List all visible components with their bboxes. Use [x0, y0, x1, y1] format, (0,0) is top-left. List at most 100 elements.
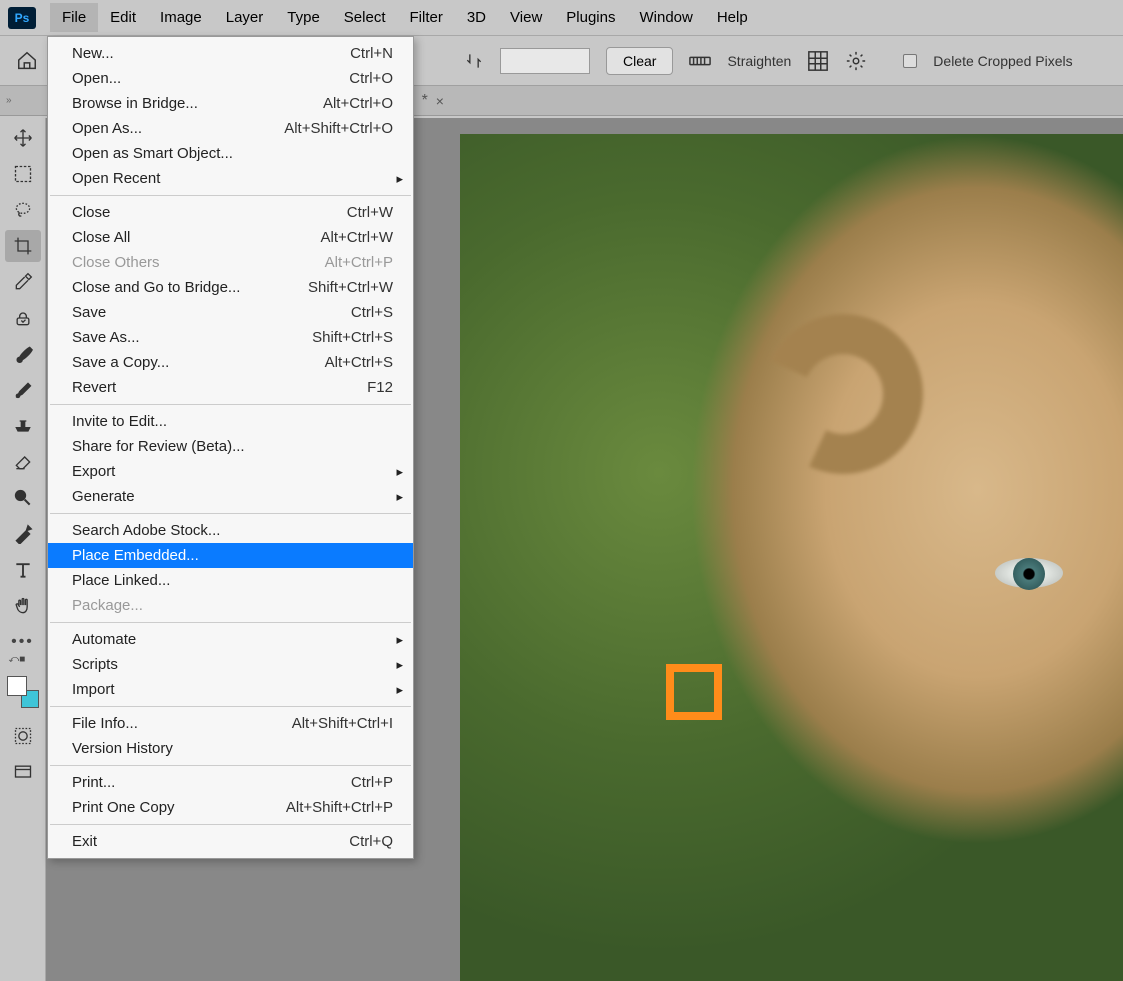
brush-tool[interactable]: [5, 338, 41, 370]
menu-file[interactable]: File: [50, 3, 98, 32]
tools-panel: ••• ⤺■: [0, 118, 46, 981]
swap-swatches-icon[interactable]: ⤺■: [9, 654, 26, 665]
menu-item-invite-to-edit[interactable]: Invite to Edit...: [48, 409, 413, 434]
delete-cropped-checkbox[interactable]: [903, 54, 917, 68]
pen-tool[interactable]: [5, 518, 41, 550]
hand-tool[interactable]: [5, 590, 41, 622]
menu-item-close-all[interactable]: Close AllAlt+Ctrl+W: [48, 225, 413, 250]
swap-orientation-icon[interactable]: [464, 51, 484, 71]
menu-item-label: Automate: [72, 631, 136, 648]
menu-item-place-linked[interactable]: Place Linked...: [48, 568, 413, 593]
menu-filter[interactable]: Filter: [398, 3, 455, 32]
menu-help[interactable]: Help: [705, 3, 760, 32]
menu-item-shortcut: Ctrl+S: [351, 304, 393, 321]
menu-item-new[interactable]: New...Ctrl+N: [48, 41, 413, 66]
foreground-color-swatch[interactable]: [7, 676, 27, 696]
crop-tool[interactable]: [5, 230, 41, 262]
menu-item-exit[interactable]: ExitCtrl+Q: [48, 829, 413, 854]
menu-separator: [50, 706, 411, 707]
menu-item-label: Place Linked...: [72, 572, 170, 589]
quick-mask-tool[interactable]: [5, 720, 41, 752]
menu-item-label: Close Others: [72, 254, 160, 271]
menu-item-open-as[interactable]: Open As... Alt+Shift+Ctrl+O: [48, 116, 413, 141]
menu-item-search-adobe-stock[interactable]: Search Adobe Stock...: [48, 518, 413, 543]
menu-view[interactable]: View: [498, 3, 554, 32]
home-icon[interactable]: [16, 50, 38, 72]
marquee-tool[interactable]: [5, 158, 41, 190]
menu-item-label: Close: [72, 204, 110, 221]
menu-item-generate[interactable]: Generate: [48, 484, 413, 509]
rotation-field[interactable]: [500, 48, 590, 74]
image-content: [740, 291, 945, 496]
menu-item-shortcut: Ctrl+N: [350, 45, 393, 62]
menu-item-save[interactable]: Save Ctrl+S: [48, 300, 413, 325]
menu-layer[interactable]: Layer: [214, 3, 276, 32]
move-tool[interactable]: [5, 122, 41, 154]
menu-item-close-and-go-to-bridge[interactable]: Close and Go to Bridge...Shift+Ctrl+W: [48, 275, 413, 300]
chevron-right-icon[interactable]: »: [6, 95, 12, 106]
menu-item-label: Open As...: [72, 120, 142, 137]
document-image: [460, 134, 1123, 981]
menu-item-file-info[interactable]: File Info...Alt+Shift+Ctrl+I: [48, 711, 413, 736]
menu-item-label: Browse in Bridge...: [72, 95, 198, 112]
menu-item-close[interactable]: CloseCtrl+W: [48, 200, 413, 225]
menu-item-save-a-copy[interactable]: Save a Copy...Alt+Ctrl+S: [48, 350, 413, 375]
spot-healing-tool[interactable]: [5, 302, 41, 334]
color-swatches[interactable]: [7, 676, 39, 708]
menu-3d[interactable]: 3D: [455, 3, 498, 32]
eraser-tool[interactable]: [5, 446, 41, 478]
menu-select[interactable]: Select: [332, 3, 398, 32]
menu-item-label: Import: [72, 681, 115, 698]
menu-separator: [50, 824, 411, 825]
menu-plugins[interactable]: Plugins: [554, 3, 627, 32]
menu-type[interactable]: Type: [275, 3, 332, 32]
menu-item-label: Invite to Edit...: [72, 413, 167, 430]
menu-bar: Ps FileEditImageLayerTypeSelectFilter3DV…: [0, 0, 1123, 36]
straighten-icon[interactable]: [689, 52, 711, 70]
menu-item-print-one-copy[interactable]: Print One CopyAlt+Shift+Ctrl+P: [48, 795, 413, 820]
menu-item-label: Save As...: [72, 329, 140, 346]
menu-item-place-embedded[interactable]: Place Embedded...: [48, 543, 413, 568]
menu-item-share-for-review-beta[interactable]: Share for Review (Beta)...: [48, 434, 413, 459]
menu-item-print[interactable]: Print...Ctrl+P: [48, 770, 413, 795]
menu-item-shortcut: Alt+Ctrl+O: [323, 95, 393, 112]
menu-item-shortcut: Alt+Ctrl+P: [325, 254, 393, 271]
menu-item-import[interactable]: Import: [48, 677, 413, 702]
lasso-tool[interactable]: [5, 194, 41, 226]
menu-item-label: Open Recent: [72, 170, 160, 187]
menu-item-open-as-smart-object[interactable]: Open as Smart Object...: [48, 141, 413, 166]
menu-item-automate[interactable]: Automate: [48, 627, 413, 652]
menu-window[interactable]: Window: [627, 3, 704, 32]
clone-stamp-tool[interactable]: [5, 410, 41, 442]
menu-item-label: Search Adobe Stock...: [72, 522, 220, 539]
menu-item-shortcut: Alt+Shift+Ctrl+O: [284, 120, 393, 137]
grid-overlay-icon[interactable]: [807, 50, 829, 72]
gear-icon[interactable]: [845, 50, 867, 72]
menu-item-version-history[interactable]: Version History: [48, 736, 413, 761]
screen-mode-tool[interactable]: [5, 756, 41, 788]
close-tab-icon[interactable]: ×: [436, 93, 444, 109]
menu-item-save-as[interactable]: Save As... Shift+Ctrl+S: [48, 325, 413, 350]
menu-item-label: Version History: [72, 740, 173, 757]
menu-item-open[interactable]: Open...Ctrl+O: [48, 66, 413, 91]
menu-edit[interactable]: Edit: [98, 3, 148, 32]
menu-item-browse-in-bridge[interactable]: Browse in Bridge... Alt+Ctrl+O: [48, 91, 413, 116]
menu-item-shortcut: Alt+Ctrl+W: [320, 229, 393, 246]
menu-item-revert[interactable]: RevertF12: [48, 375, 413, 400]
menu-item-shortcut: Alt+Shift+Ctrl+I: [292, 715, 393, 732]
menu-item-export[interactable]: Export: [48, 459, 413, 484]
menu-item-scripts[interactable]: Scripts: [48, 652, 413, 677]
clear-button[interactable]: Clear: [606, 47, 673, 75]
dodge-tool[interactable]: [5, 482, 41, 514]
mixer-brush-tool[interactable]: [5, 374, 41, 406]
menu-item-shortcut: Alt+Shift+Ctrl+P: [286, 799, 393, 816]
menu-item-label: Save: [72, 304, 106, 321]
menu-image[interactable]: Image: [148, 3, 214, 32]
eyedropper-tool[interactable]: [5, 266, 41, 298]
delete-cropped-label: Delete Cropped Pixels: [933, 53, 1072, 69]
menu-item-label: Export: [72, 463, 115, 480]
menu-item-open-recent[interactable]: Open Recent: [48, 166, 413, 191]
file-menu-dropdown: New...Ctrl+NOpen...Ctrl+OBrowse in Bridg…: [47, 36, 414, 859]
menu-item-shortcut: Shift+Ctrl+S: [312, 329, 393, 346]
type-tool[interactable]: [5, 554, 41, 586]
